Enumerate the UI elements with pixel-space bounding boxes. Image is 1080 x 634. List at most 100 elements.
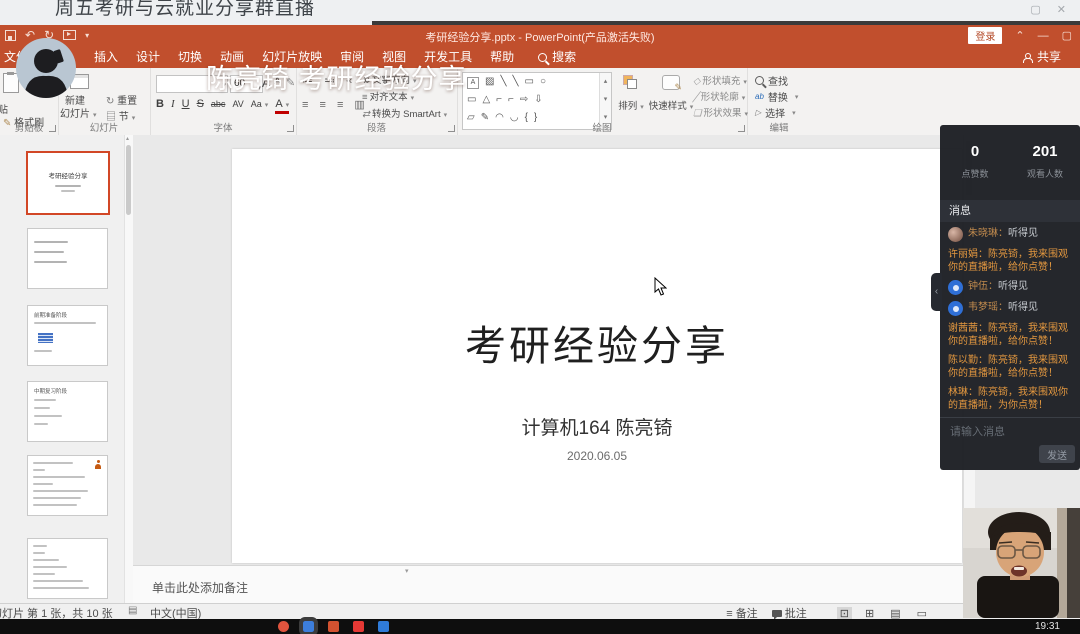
slide-sorter-view-icon[interactable]: ⊞: [862, 607, 877, 620]
italic-button[interactable]: I: [171, 98, 175, 110]
chat-message: 许丽娟：陈亮锜，我来围观你的直播啦，给你点赞！: [948, 249, 1068, 273]
search-label: 搜索: [552, 50, 577, 64]
line-shape-icon[interactable]: ╲: [500, 74, 506, 90]
stream-close-icon[interactable]: ✕: [1057, 3, 1066, 16]
quick-styles-button[interactable]: 快速样式: [647, 98, 695, 112]
rect-shape-icon[interactable]: ▭: [525, 74, 534, 90]
dialog-launcher-icon[interactable]: [448, 125, 455, 132]
streamer-avatar: [16, 38, 76, 98]
live-chat-panel: ‹ 0 点赞数 201 观看人数 消息 朱晓琳：听得见 许丽娟：陈亮锜，我来围观…: [931, 125, 1080, 470]
smartart-button[interactable]: ⇄ 转换为 SmartArt: [362, 106, 447, 120]
taskbar-app-icon[interactable]: [278, 621, 289, 632]
chat-message-input[interactable]: [948, 425, 1062, 439]
notes-resize-handle[interactable]: ▾: [405, 567, 409, 575]
select-icon: ▷: [755, 108, 762, 117]
likes-stat: 0 点赞数: [940, 143, 1010, 180]
shape-fill-icon: ◇: [693, 76, 701, 87]
taskbar-app-icon[interactable]: [378, 621, 389, 632]
dialog-launcher-icon[interactable]: [287, 125, 294, 132]
share-label: 共享: [1036, 50, 1061, 64]
send-button[interactable]: 发送: [1039, 445, 1075, 463]
accessibility-icon[interactable]: ▤: [128, 605, 137, 616]
arrange-button[interactable]: 排列: [613, 98, 649, 112]
viewers-label: 观看人数: [1026, 169, 1063, 179]
windows-taskbar: 19:31: [0, 617, 1080, 634]
stream-restore-icon[interactable]: ▢: [1030, 3, 1040, 16]
change-case-button[interactable]: Aa: [251, 99, 269, 109]
arrow-shape-icon[interactable]: ╲: [512, 74, 518, 90]
avatar: [948, 301, 963, 316]
underline-button[interactable]: U: [182, 98, 190, 110]
find-button[interactable]: 查找: [755, 73, 788, 88]
bold-button[interactable]: B: [156, 98, 164, 110]
arrow-down-shape-icon[interactable]: ⇩: [534, 92, 542, 108]
font-color-button[interactable]: A: [275, 99, 290, 114]
rect-shape-icon[interactable]: ▭: [467, 92, 476, 108]
shape-effects-icon: ❏: [693, 108, 702, 119]
taskbar-app-icon[interactable]: [353, 621, 364, 632]
stream-window-controls[interactable]: ▢ ✕: [1030, 3, 1066, 16]
tab-help[interactable]: 帮助: [481, 47, 523, 68]
shadow-button[interactable]: S: [197, 98, 204, 110]
elbow-shape-icon[interactable]: ⌐: [508, 92, 514, 108]
tab-insert[interactable]: 插入: [85, 47, 127, 68]
ribbon-display-options-icon[interactable]: ⌃: [1015, 29, 1024, 42]
shape-effects-button[interactable]: ❏ 形状效果: [693, 105, 748, 119]
dialog-launcher-icon[interactable]: [49, 125, 56, 132]
notes-placeholder[interactable]: 单击此处添加备注: [152, 579, 248, 596]
login-button[interactable]: 登录: [968, 27, 1003, 44]
slideshow-view-icon[interactable]: ▭: [914, 607, 930, 620]
thumbnail-slide-1[interactable]: 考研经验分享: [26, 151, 110, 215]
minimize-icon[interactable]: —: [1038, 30, 1049, 42]
new-slide-label-2[interactable]: 幻灯片: [60, 105, 97, 120]
arrow-right-shape-icon[interactable]: ⇨: [520, 92, 528, 108]
slide-subtitle[interactable]: 计算机164 陈亮锜: [232, 413, 962, 440]
thumbnail-slide-4[interactable]: 中期复习阶段: [27, 381, 108, 442]
dialog-launcher-icon[interactable]: [738, 125, 745, 132]
select-button[interactable]: ▷ 选择: [755, 105, 796, 120]
start-slideshow-icon[interactable]: [63, 30, 77, 40]
shape-fill-button[interactable]: ◇ 形状填充: [693, 73, 747, 87]
arrange-icon[interactable]: [623, 75, 637, 89]
image-shape-icon[interactable]: ▨: [485, 74, 494, 90]
tab-transitions[interactable]: 切换: [169, 47, 211, 68]
share-button[interactable]: 共享: [1014, 47, 1070, 68]
likes-label: 点赞数: [961, 169, 989, 179]
oval-shape-icon[interactable]: ○: [540, 74, 546, 90]
textbox-shape-icon[interactable]: A: [467, 77, 479, 89]
tab-design[interactable]: 设计: [127, 47, 169, 68]
quick-styles-icon[interactable]: [662, 75, 682, 93]
char-spacing-button[interactable]: AV: [232, 99, 243, 109]
comments-icon: [771, 610, 782, 620]
customize-qat-icon[interactable]: ▾: [85, 31, 89, 40]
thumbnail-slide-2[interactable]: [27, 228, 108, 289]
reading-view-icon[interactable]: ▤: [887, 607, 903, 620]
notes-pane[interactable]: ▾ 单击此处添加备注: [133, 565, 1080, 604]
chat-message-list[interactable]: 朱晓琳：听得见 许丽娟：陈亮锜，我来围观你的直播啦，给你点赞！ 钟伍：听得见 韦…: [940, 224, 1080, 418]
thumbnail-slide-6[interactable]: [27, 538, 108, 599]
reset-button[interactable]: 重置: [106, 92, 137, 107]
save-icon[interactable]: [5, 29, 16, 41]
thumbnail-slide-3[interactable]: 前期准备阶段: [27, 305, 108, 366]
elbow-shape-icon[interactable]: ⌐: [496, 92, 502, 108]
alignment-icons[interactable]: ≡ ≡ ≡ ▥: [302, 98, 369, 111]
avatar: [948, 227, 963, 242]
slide-date[interactable]: 2020.06.05: [232, 449, 962, 463]
replace-button[interactable]: ab 替换: [755, 89, 798, 104]
shape-outline-button[interactable]: ╱ 形状轮廓: [693, 89, 745, 103]
slide-canvas[interactable]: 考研经验分享 计算机164 陈亮锜 2020.06.05: [232, 149, 962, 563]
slide-title[interactable]: 考研经验分享: [232, 312, 962, 372]
thumbnail-scrollbar[interactable]: [124, 135, 133, 603]
search-box[interactable]: 搜索: [529, 47, 585, 68]
smartart-icon: ⇄: [362, 109, 370, 120]
normal-view-icon[interactable]: ⊡: [836, 606, 852, 620]
strikethrough-button[interactable]: abc: [211, 99, 226, 109]
taskbar-active-app-icon[interactable]: [299, 617, 318, 634]
taskbar-clock: 19:31: [1034, 621, 1060, 632]
thumbnail-slide-5[interactable]: [27, 455, 108, 516]
chat-header: 消息: [940, 200, 1080, 222]
restore-icon[interactable]: ▢: [1062, 29, 1072, 42]
thumb-person-graphic: [94, 460, 102, 469]
triangle-shape-icon[interactable]: △: [482, 92, 490, 108]
taskbar-powerpoint-icon[interactable]: [328, 621, 339, 632]
